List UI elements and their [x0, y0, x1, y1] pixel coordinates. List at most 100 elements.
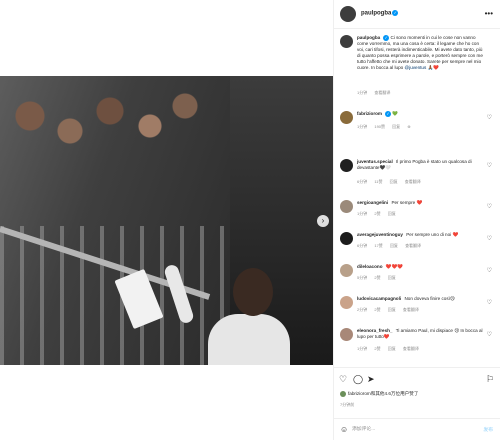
liker-avatar	[340, 391, 346, 397]
caption-username[interactable]: paulpogba	[357, 35, 380, 40]
comment-reply-link[interactable]: 回复	[388, 275, 396, 280]
comment-likes[interactable]: 190赞	[374, 124, 385, 129]
author-avatar[interactable]	[340, 6, 356, 22]
comment-like-heart-icon[interactable]: ♡	[487, 235, 492, 242]
comment-time: 6分钟	[357, 179, 368, 184]
photo-pane: ›	[0, 0, 333, 440]
share-icon[interactable]: ➤	[367, 374, 375, 385]
comment-username[interactable]: ludovicacampagnoli	[357, 296, 401, 301]
comment-reply-link[interactable]: 回复	[388, 307, 396, 312]
caption-mention-link[interactable]: @juventus	[405, 65, 427, 70]
caption-meta: 1分钟 查看翻译	[357, 90, 396, 96]
comment-like-heart-icon[interactable]: ♡	[487, 331, 492, 338]
more-options-icon[interactable]: •••	[485, 9, 493, 18]
post-comment-button[interactable]: 发布	[483, 426, 493, 433]
comment-body: Per sempre ❤️	[391, 200, 423, 205]
comment-avatar[interactable]	[340, 296, 353, 309]
comment-likes[interactable]: 2赞	[374, 346, 380, 351]
post-photo[interactable]	[0, 76, 333, 365]
verified-badge-icon: ✓	[392, 10, 399, 16]
comment-text: ludovicacampagnoli Non doveva finire cos…	[357, 296, 485, 302]
comment-username[interactable]: fabriziorom	[357, 111, 382, 116]
post-side-panel: paulpogba ✓ ••• paulpogba ✓ Ci sono moment…	[334, 0, 500, 440]
comment-reply-link[interactable]: 回复	[388, 211, 396, 216]
comment-time: 1分钟	[357, 124, 368, 129]
comment-reply-link[interactable]: 回复	[388, 346, 396, 351]
verified-badge-icon: ✓	[383, 35, 390, 41]
comment-body: Per sempre uno di noi ❤️	[406, 232, 459, 237]
comment-avatar[interactable]	[340, 159, 353, 172]
comment-text: sergioangelini Per sempre ❤️	[357, 200, 485, 206]
player-body-image-area	[208, 314, 290, 365]
post-actions-bar: ♡ ◯ ➤ ⚐	[334, 367, 500, 390]
comment-meta: 6分钟 17赞 回复 查看翻译	[357, 243, 427, 249]
comment-translate-link[interactable]: 查看翻译	[405, 243, 421, 248]
author-username[interactable]: paulpogba ✓	[361, 10, 399, 17]
comment-time: 1分钟	[357, 346, 368, 351]
translate-icon[interactable]: ⊕	[407, 124, 410, 129]
comments-list: paulpogba ✓ Ci sono momenti in cui le cos…	[334, 29, 500, 367]
comment-time: 2分钟	[357, 307, 368, 312]
bookmark-icon[interactable]: ⚐	[486, 374, 494, 385]
comment-like-heart-icon[interactable]: ♡	[487, 299, 492, 306]
caption-emojis: 🙏🏾❤️	[427, 65, 440, 71]
posted-time: 7分钟前	[340, 402, 355, 407]
comment-avatar[interactable]	[340, 264, 353, 277]
comment-avatar[interactable]	[340, 232, 353, 245]
comment-time: 1分钟	[357, 211, 368, 216]
comment-likes[interactable]: 2赞	[374, 211, 380, 216]
comment-username[interactable]: averagejuventinoguy	[357, 232, 403, 237]
comment-text: averagejuventinoguy Per sempre uno di no…	[357, 232, 485, 238]
comment-like-heart-icon[interactable]: ♡	[487, 203, 492, 210]
comment-meta: 2分钟 2赞 回复 查看翻译	[357, 307, 425, 313]
comment-meta: 5分钟 2赞 回复	[357, 275, 402, 281]
emoji-icon[interactable]: ☺	[340, 425, 348, 434]
comment-meta: 1分钟 2赞 回复 查看翻译	[357, 346, 425, 352]
verified-badge-icon: ✓	[385, 111, 392, 117]
comment-body: 💚	[392, 111, 399, 117]
comment-input[interactable]	[352, 424, 462, 435]
comment-likes[interactable]: 17赞	[374, 243, 382, 248]
player-head-image-area	[233, 268, 273, 316]
next-photo-chevron-icon[interactable]: ›	[317, 215, 329, 227]
comment-text: juventus.special Il primo Pogba è stato …	[357, 159, 485, 171]
comment-avatar[interactable]	[340, 111, 353, 124]
comment-translate-link[interactable]: 查看翻译	[403, 307, 419, 312]
comment-body: ❤️❤️❤️	[385, 264, 403, 269]
comment-time: 5分钟	[357, 275, 368, 280]
likes-text[interactable]: fabriziorom和其他4.6万位用户赞了	[348, 391, 418, 396]
comment-username[interactable]: eleonora_fresh_	[357, 328, 393, 333]
comment-reply-link[interactable]: 回复	[392, 124, 400, 129]
comment-likes[interactable]: 2赞	[374, 275, 380, 280]
add-comment-bar: ☺ 发布	[334, 418, 500, 441]
comment-icon[interactable]: ◯	[353, 374, 363, 385]
comment-likes[interactable]: 2赞	[374, 307, 380, 312]
comment-like-heart-icon[interactable]: ♡	[487, 114, 492, 121]
comment-reply-link[interactable]: 回复	[390, 179, 398, 184]
comment-username[interactable]: juventus.special	[357, 159, 393, 164]
comment-avatar[interactable]	[340, 328, 353, 341]
comment-like-heart-icon[interactable]: ♡	[487, 162, 492, 169]
comment-text: eleonora_fresh_ Ti amiamo Paul, mi dispi…	[357, 328, 485, 340]
comment-reply-link[interactable]: 回复	[390, 243, 398, 248]
post-header: paulpogba ✓ •••	[334, 0, 500, 29]
comment-like-heart-icon[interactable]: ♡	[487, 267, 492, 274]
caption-avatar[interactable]	[340, 35, 353, 48]
caption-text: paulpogba ✓ Ci sono momenti in cui le cos…	[357, 35, 485, 71]
comment-avatar[interactable]	[340, 200, 353, 213]
comment-text: dileloacono ❤️❤️❤️	[357, 264, 485, 270]
caption-time: 1分钟	[357, 90, 368, 95]
comment-translate-link[interactable]: 查看翻译	[405, 179, 421, 184]
heart-icon[interactable]: ♡	[339, 374, 347, 385]
caption-translate-link[interactable]: 查看翻译	[374, 90, 390, 95]
comment-likes[interactable]: 11赞	[374, 179, 382, 184]
comment-meta: 1分钟 190赞 回复 ⊕	[357, 124, 417, 130]
comment-username[interactable]: dileloacono	[357, 264, 383, 269]
comment-username[interactable]: sergioangelini	[357, 200, 388, 205]
comment-time: 6分钟	[357, 243, 368, 248]
likes-summary[interactable]: fabriziorom和其他4.6万位用户赞了	[340, 391, 418, 397]
comment-meta: 6分钟 11赞 回复 查看翻译	[357, 179, 427, 185]
comment-text: fabriziorom ✓ 💚	[357, 111, 485, 117]
comment-meta: 1分钟 2赞 回复	[357, 211, 402, 217]
comment-translate-link[interactable]: 查看翻译	[403, 346, 419, 351]
